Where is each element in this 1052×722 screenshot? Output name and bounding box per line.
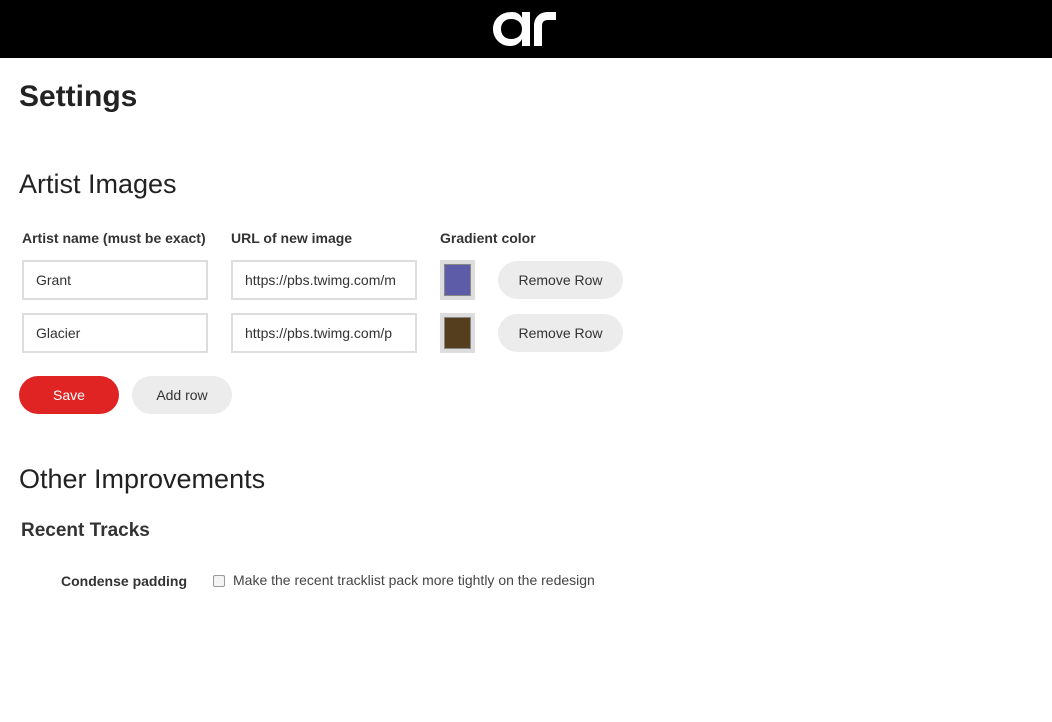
remove-row-button[interactable]: Remove Row [498,261,623,299]
artist-name-input[interactable] [22,313,208,353]
image-url-input[interactable] [231,313,417,353]
column-header-url: URL of new image [231,230,353,246]
ar-logo-icon[interactable] [490,6,560,50]
add-row-button[interactable]: Add row [132,376,232,414]
condense-padding-checkbox[interactable] [213,575,225,587]
artist-row: Remove Row [22,260,642,300]
condense-padding-label: Condense padding [61,573,187,589]
gradient-color-picker[interactable] [440,313,475,353]
gradient-color-picker[interactable] [440,260,475,300]
color-swatch [444,264,471,296]
artist-images-heading: Artist Images [19,169,177,199]
condense-padding-description: Make the recent tracklist pack more tigh… [233,572,595,588]
page-title: Settings [19,80,138,113]
artist-row: Remove Row [22,313,642,353]
recent-tracks-heading: Recent Tracks [21,520,150,541]
remove-row-button[interactable]: Remove Row [498,314,623,352]
top-bar [0,0,1052,58]
other-improvements-heading: Other Improvements [19,464,266,494]
image-url-input[interactable] [231,260,417,300]
color-swatch [444,317,471,349]
column-header-artist: Artist name (must be exact) [22,230,206,246]
save-button[interactable]: Save [19,376,119,414]
artist-name-input[interactable] [22,260,208,300]
column-header-color: Gradient color [440,230,536,246]
